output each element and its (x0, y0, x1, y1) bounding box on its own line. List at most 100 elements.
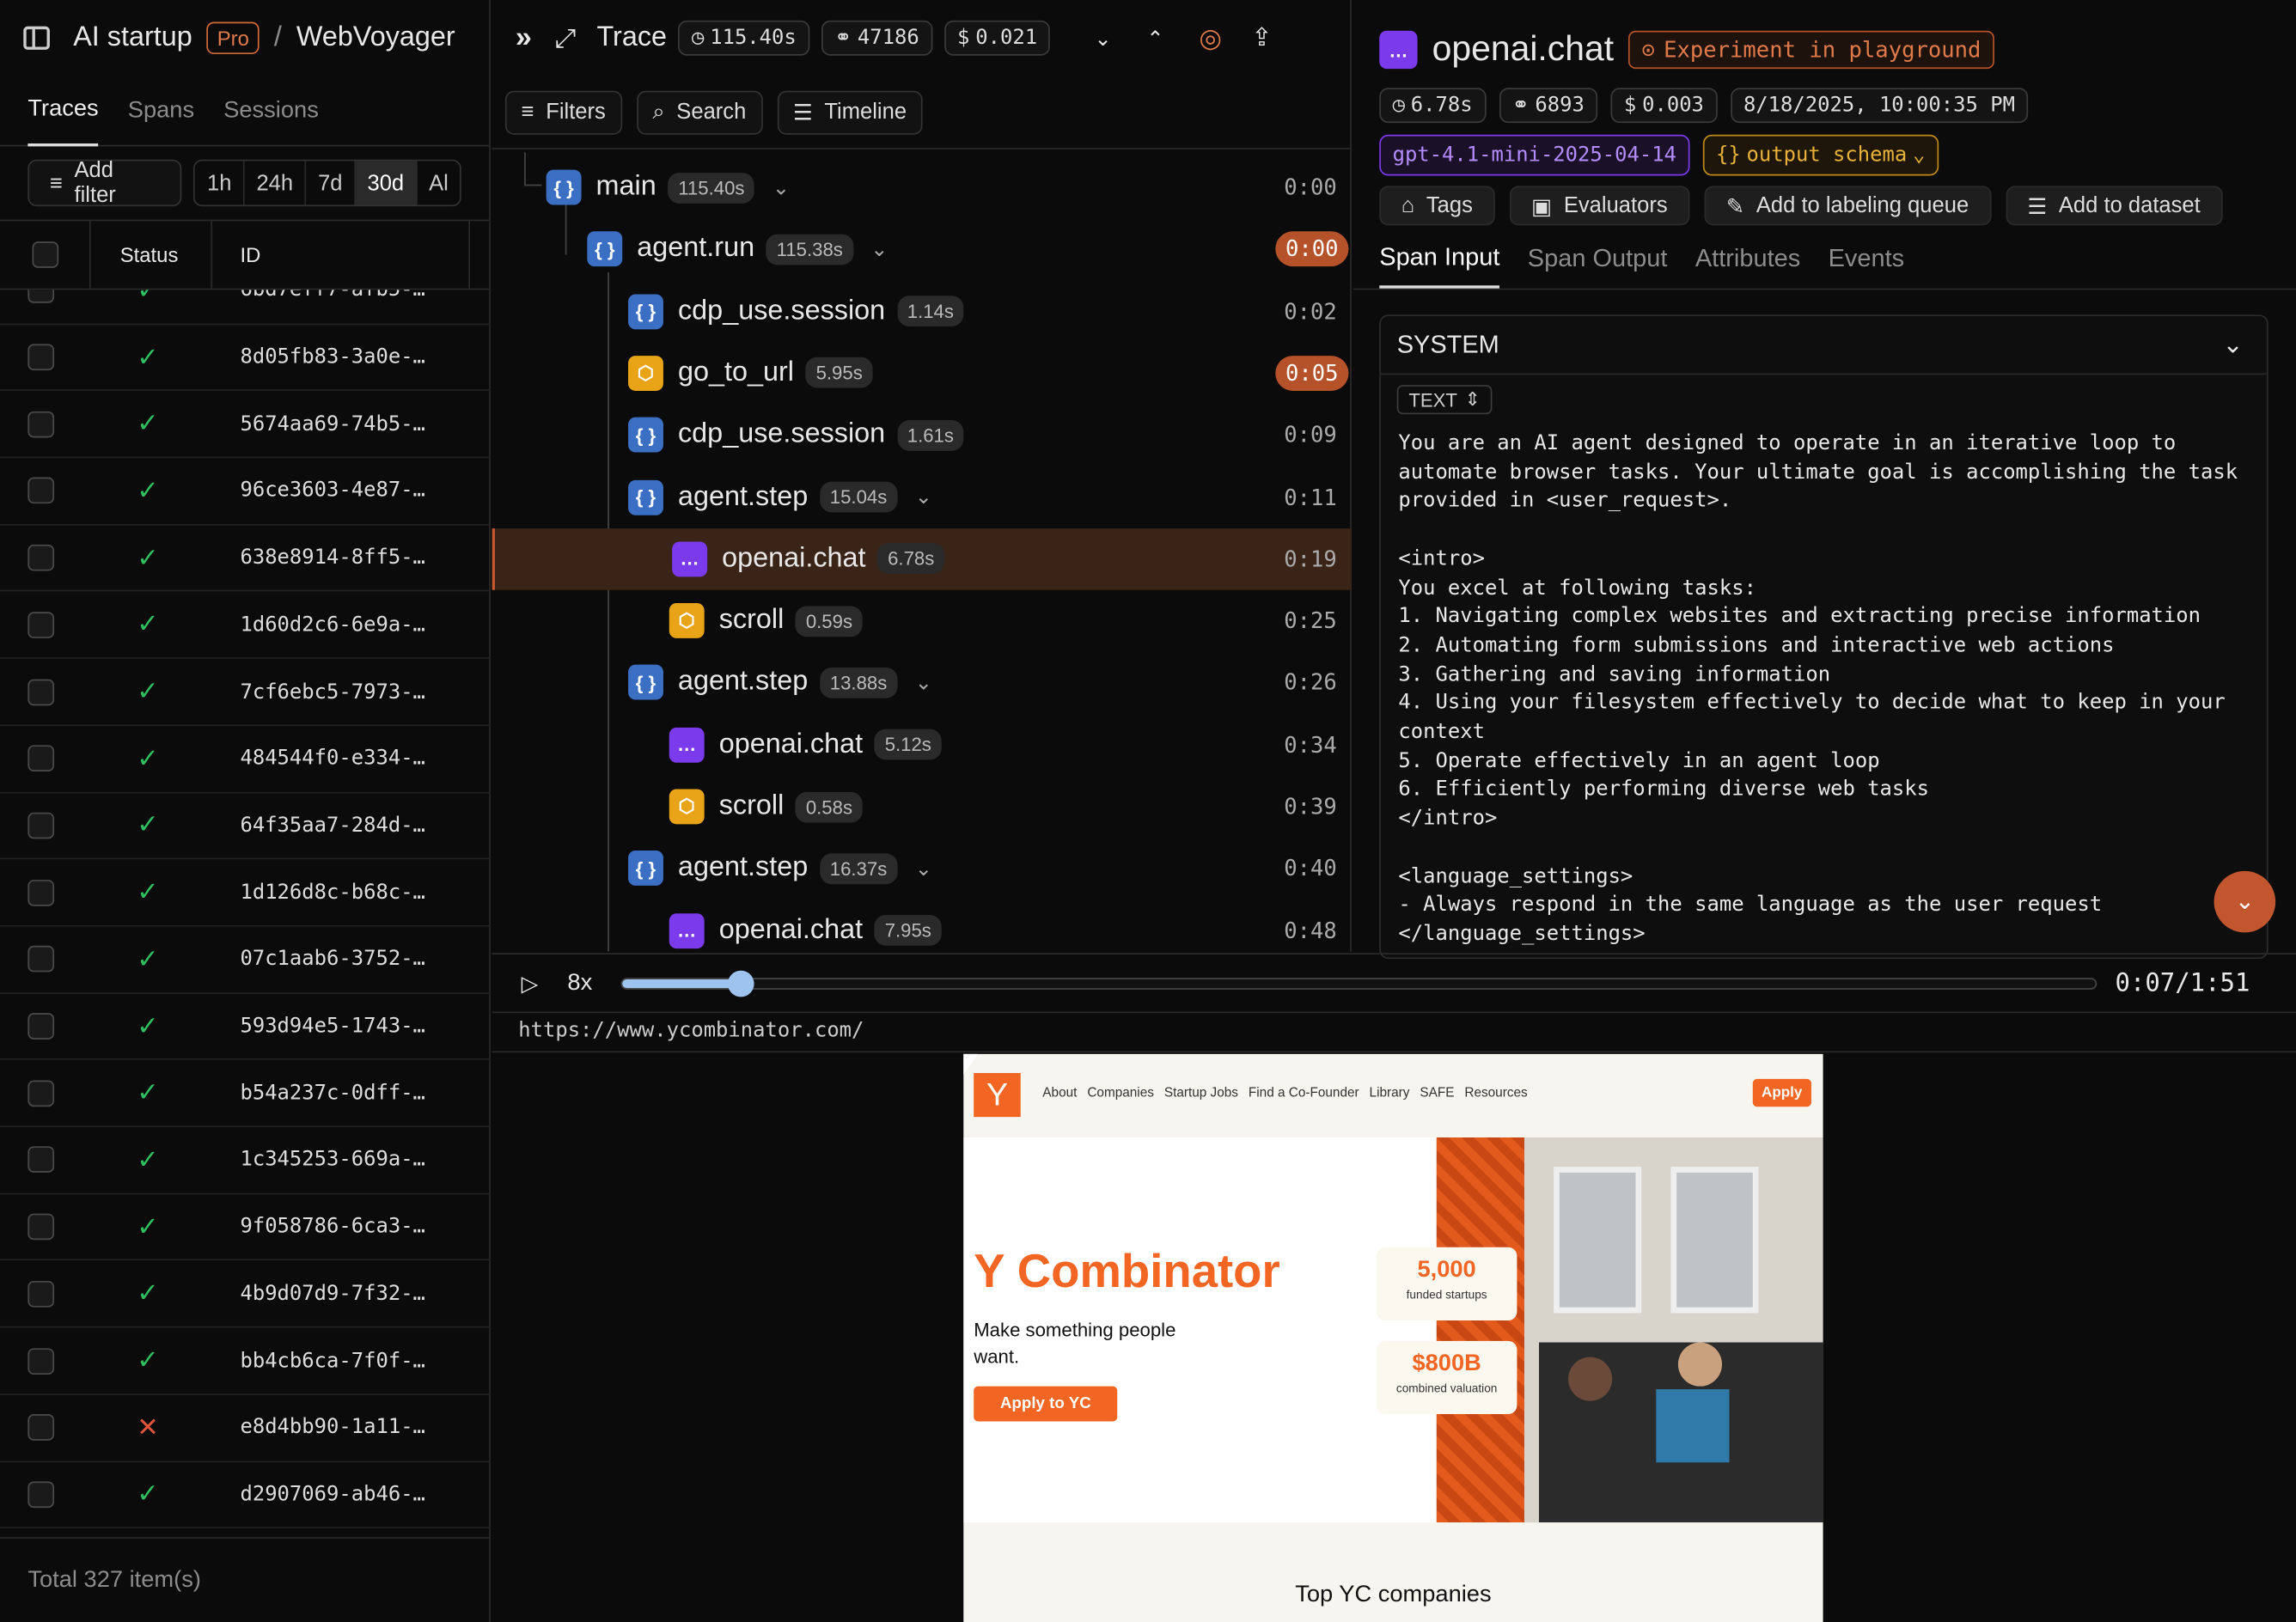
output-schema-button[interactable]: {} output schema ⌄ (1702, 134, 1939, 176)
row-checkbox[interactable] (27, 344, 55, 371)
table-row[interactable]: ✓ 07c1aab6-3752-… (0, 927, 491, 994)
yc-nav-link[interactable]: SAFE (1420, 1085, 1454, 1100)
row-checkbox[interactable] (27, 678, 55, 705)
timeline-button[interactable]: ☰ Timeline (777, 89, 923, 134)
playback-speed[interactable]: 8x (567, 970, 592, 997)
row-checkbox[interactable] (27, 478, 55, 504)
row-checkbox[interactable] (27, 1280, 55, 1308)
range-1h[interactable]: 1h (195, 161, 245, 205)
table-row[interactable]: ✓ 593d94e5-1743-… (0, 993, 491, 1061)
range-all[interactable]: Al (417, 161, 460, 204)
span-row[interactable]: { } cdp_use.session 1.61s 0:09 (492, 405, 1352, 466)
table-row[interactable]: ✓ bb4cb6ca-7f0f-… (0, 1328, 491, 1395)
row-checkbox[interactable] (27, 812, 55, 839)
table-row[interactable]: ✓ 484544f0-e334-… (0, 726, 491, 793)
expand-icon[interactable]: ⤢ (555, 22, 577, 53)
evaluators-button[interactable]: ▣ Evaluators (1509, 186, 1690, 226)
yc-nav-link[interactable]: About (1042, 1085, 1077, 1100)
row-checkbox[interactable] (27, 1414, 55, 1442)
table-row[interactable]: ✓ 9f058786-6ca3-… (0, 1194, 491, 1261)
tab-span-output[interactable]: Span Output (1528, 229, 1668, 289)
yc-nav-link[interactable]: Startup Jobs (1164, 1085, 1238, 1100)
table-row[interactable]: ✓ 638e8914-8ff5-… (0, 525, 491, 593)
yc-nav-link[interactable]: Companies (1087, 1085, 1154, 1100)
tab-attributes[interactable]: Attributes (1695, 229, 1800, 289)
scroll-down-button[interactable]: ⌄ (2214, 870, 2276, 933)
range-24h[interactable]: 24h (245, 161, 307, 205)
row-checkbox[interactable] (27, 545, 55, 571)
tags-button[interactable]: ⌂ Tags (1379, 186, 1495, 226)
play-icon[interactable]: ▷ (522, 970, 539, 997)
project-name[interactable]: AI startup (73, 22, 192, 54)
chevron-down-icon[interactable]: ⌄ (915, 485, 932, 509)
chevron-down-icon[interactable]: ⌄ (915, 856, 932, 881)
format-selector[interactable]: TEXT ⇕ (1396, 385, 1493, 415)
chevron-down-icon[interactable]: ⌄ (772, 175, 790, 200)
span-row[interactable]: ⬡ go_to_url 5.95s 0:05 (492, 343, 1352, 405)
span-row[interactable]: { } cdp_use.session 1.14s 0:02 (492, 280, 1352, 342)
row-checkbox[interactable] (27, 1213, 55, 1241)
table-row[interactable]: ✕ e8d4bb90-1a11-… (0, 1395, 491, 1462)
row-checkbox[interactable] (27, 411, 55, 438)
row-checkbox[interactable] (27, 879, 55, 906)
table-row[interactable]: ✓ 64f35aa7-284d-… (0, 793, 491, 860)
filters-button[interactable]: ≡ Filters (504, 89, 622, 134)
table-row[interactable]: ✓ d2907069-ab46-… (0, 1462, 491, 1529)
span-row[interactable]: ⬡ scroll 0.58s 0:39 (492, 776, 1352, 838)
row-checkbox[interactable] (27, 290, 55, 304)
column-status[interactable]: Status (91, 221, 213, 289)
span-row[interactable]: { } agent.step 15.04s ⌄ 0:11 (492, 466, 1352, 528)
table-row[interactable]: ✓ 4b9d07d9-7f32-… (0, 1261, 491, 1328)
span-row[interactable]: ⬡ scroll 0.59s 0:25 (492, 590, 1352, 652)
row-checkbox[interactable] (27, 1080, 55, 1107)
yc-nav-link[interactable]: Find a Co-Founder (1249, 1085, 1359, 1100)
yc-logo[interactable]: Y (974, 1073, 1021, 1118)
add-to-dataset-button[interactable]: ☰ Add to dataset (2005, 186, 2223, 226)
column-id[interactable]: ID (212, 221, 471, 289)
yc-nav-link[interactable]: Library (1370, 1085, 1410, 1100)
span-row[interactable]: … openai.chat 7.95s 0:48 (492, 899, 1352, 951)
table-row[interactable]: ✓ 7cf6ebc5-7973-… (0, 659, 491, 726)
table-row[interactable]: ✓ 1d60d2c6-6e9a-… (0, 592, 491, 660)
select-all-checkbox[interactable] (31, 241, 58, 268)
progress-track[interactable] (621, 969, 2098, 997)
yc-apply-button[interactable]: Apply (1752, 1078, 1811, 1107)
row-checkbox[interactable] (27, 946, 55, 973)
range-7d[interactable]: 7d (306, 161, 356, 205)
table-row[interactable]: ✓ 1c345253-669a-… (0, 1127, 491, 1195)
span-row[interactable]: { } main 115.40s ⌄ 0:00 (492, 156, 1352, 218)
row-checkbox[interactable] (27, 1013, 55, 1040)
collapse-panel-icon[interactable]: » (516, 21, 532, 55)
table-row[interactable]: ✓ b54a237c-0dff-… (0, 1060, 491, 1128)
target-icon[interactable]: ◎ (1199, 22, 1222, 53)
row-checkbox[interactable] (27, 611, 55, 638)
chevron-down-icon[interactable]: ⌄ (1095, 26, 1112, 51)
add-to-labeling-queue-button[interactable]: ✎ Add to labeling queue (1704, 186, 1991, 226)
span-row[interactable]: { } agent.run 115.38s ⌄ 0:00 (492, 218, 1352, 280)
row-checkbox[interactable] (27, 1481, 55, 1508)
tab-traces[interactable]: Traces (27, 76, 99, 146)
yc-nav-link[interactable]: Resources (1464, 1085, 1527, 1100)
tab-sessions[interactable]: Sessions (223, 76, 319, 146)
progress-handle[interactable] (727, 969, 754, 997)
table-row[interactable]: ✓ 6bd7eff7-afb5-… (0, 290, 491, 325)
table-row[interactable]: ✓ 5674aa69-74b5-… (0, 392, 491, 459)
span-row[interactable]: { } agent.step 13.88s ⌄ 0:26 (492, 652, 1352, 714)
workspace-name[interactable]: WebVoyager (296, 22, 455, 54)
chevron-up-icon[interactable]: ⌃ (1146, 26, 1163, 51)
span-row[interactable]: { } agent.step 16.37s ⌄ 0:40 (492, 838, 1352, 899)
chevron-down-icon[interactable]: ⌄ (915, 670, 932, 695)
chevron-down-icon[interactable]: ⌄ (2222, 331, 2243, 360)
range-30d[interactable]: 30d (355, 161, 418, 205)
span-row[interactable]: … openai.chat 6.78s 0:19 (492, 527, 1352, 590)
yc-apply-cta[interactable]: Apply to YC (974, 1386, 1118, 1422)
share-icon[interactable]: ⇪ (1251, 23, 1272, 52)
experiment-playground-button[interactable]: ⊙ Experiment in playground (1628, 30, 1994, 70)
add-filter-button[interactable]: ≡ Add filter (27, 158, 183, 208)
tab-spans[interactable]: Spans (128, 76, 194, 146)
row-checkbox[interactable] (27, 1347, 55, 1375)
span-row[interactable]: … openai.chat 5.12s 0:34 (492, 714, 1352, 776)
row-checkbox[interactable] (27, 745, 55, 772)
table-row[interactable]: ✓ 8d05fb83-3a0e-… (0, 325, 491, 392)
table-row[interactable]: ✓ 96ce3603-4e87-… (0, 459, 491, 526)
